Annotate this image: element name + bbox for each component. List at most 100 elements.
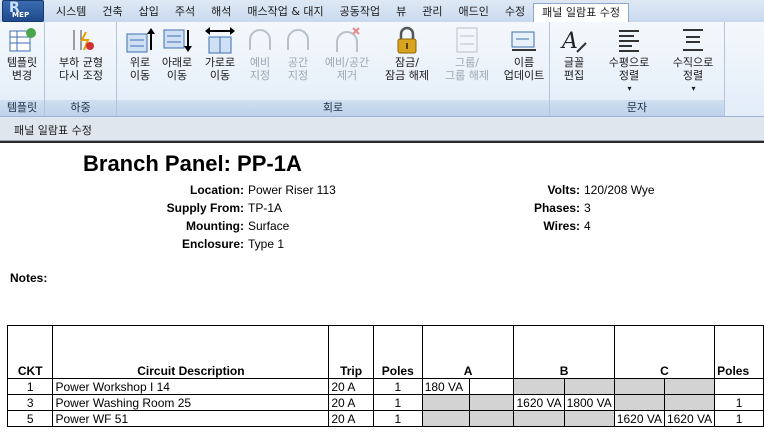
update-names-label-1: 이름 bbox=[513, 56, 535, 69]
group-ungroup-label-1: 그룹/ bbox=[455, 56, 479, 69]
rebalance-loads-button[interactable]: 부하 균형 다시 조정 bbox=[53, 26, 109, 82]
tab-view[interactable]: 뷰 bbox=[388, 3, 414, 20]
header-ckt[interactable]: CKT bbox=[6, 325, 54, 379]
cell-phase-b-2[interactable] bbox=[563, 378, 615, 395]
cell-poles-right[interactable]: 1 bbox=[714, 394, 764, 411]
assign-spare-button[interactable]: 예비 지정 bbox=[243, 26, 277, 82]
header-trip[interactable]: Trip bbox=[328, 325, 374, 379]
panel-text-label: 문자 bbox=[550, 100, 724, 116]
align-horizontal-label-2: 정렬 bbox=[618, 69, 640, 82]
cell-poles-right[interactable]: 1 bbox=[714, 410, 764, 427]
tab-massing-site[interactable]: 매스작업 & 대지 bbox=[239, 3, 331, 20]
move-across-button[interactable]: 가로로 이동 bbox=[199, 26, 241, 82]
cell-phase-b-1[interactable] bbox=[513, 378, 565, 395]
move-down-button[interactable]: 아래로 이동 bbox=[157, 26, 197, 82]
panel-circuits-label: 회로 bbox=[117, 100, 549, 116]
tab-addins[interactable]: 애드인 bbox=[451, 3, 497, 20]
align-vertical-button[interactable]: 수직으로 정렬 ▾ bbox=[662, 26, 724, 95]
group-ungroup-button[interactable]: 그룹/ 그룹 해제 bbox=[439, 26, 495, 82]
cell-phase-c-1[interactable]: 1620 VA bbox=[613, 410, 665, 427]
tab-analyze[interactable]: 해석 bbox=[203, 3, 239, 20]
update-names-button[interactable]: 이름 업데이트 bbox=[499, 26, 549, 82]
location-label: Location: bbox=[190, 183, 244, 197]
tab-annotate[interactable]: 주석 bbox=[167, 3, 203, 20]
edit-font-button[interactable]: A 글꼴 편집 bbox=[552, 26, 596, 82]
tab-collaborate[interactable]: 공동작업 bbox=[332, 3, 388, 20]
panel-circuits: 위로 이동 아래로 이동 가로로 이동 예비 지정 공간 지정 예비/공간 제거 bbox=[117, 22, 550, 116]
cell-phase-a-1[interactable] bbox=[421, 410, 471, 427]
table-row: 5 Power WF 51 20 A 1 1620 VA 1620 VA 1 bbox=[6, 410, 764, 427]
supply-from-value: TP-1A bbox=[248, 201, 283, 215]
tab-modify-panel-schedule[interactable]: 패널 일람표 수정 bbox=[533, 3, 629, 22]
update-names-label-2: 업데이트 bbox=[503, 69, 545, 82]
cell-poles[interactable]: 1 bbox=[372, 378, 423, 395]
cell-description[interactable]: Power Washing Room 25 bbox=[52, 394, 330, 411]
cell-phase-b-1[interactable]: 1620 VA bbox=[513, 394, 565, 411]
panel-template: 템플릿 변경 템플릿 bbox=[0, 22, 45, 116]
tab-modify[interactable]: 수정 bbox=[497, 3, 533, 20]
cell-poles[interactable]: 1 bbox=[372, 410, 423, 427]
cell-poles-right[interactable] bbox=[714, 378, 764, 395]
cell-description[interactable]: Power WF 51 bbox=[52, 410, 330, 427]
cell-phase-c-2[interactable] bbox=[663, 378, 716, 395]
cell-description[interactable]: Power Workshop I 14 bbox=[52, 378, 330, 395]
lock-unlock-label-2: 잠금 해제 bbox=[385, 69, 429, 82]
cell-phase-a-1[interactable]: 180 VA bbox=[421, 378, 471, 395]
header-phase-b[interactable]: B bbox=[513, 325, 615, 379]
tab-architecture[interactable]: 건축 bbox=[94, 3, 130, 20]
header-phase-c[interactable]: C bbox=[613, 325, 716, 379]
phases-label: Phases: bbox=[533, 201, 580, 215]
update-names-icon bbox=[511, 31, 536, 51]
cell-phase-c-1[interactable] bbox=[613, 394, 665, 411]
group-icon bbox=[456, 27, 478, 53]
mounting-value: Surface bbox=[248, 219, 290, 233]
cell-phase-b-1[interactable] bbox=[513, 410, 565, 427]
cell-phase-a-2[interactable] bbox=[469, 378, 515, 395]
assign-space-label-2: 지정 bbox=[287, 69, 309, 82]
rebalance-loads-label-2: 다시 조정 bbox=[59, 69, 103, 82]
header-phase-a[interactable]: A bbox=[421, 325, 515, 379]
application-menu-button[interactable]: R MEP bbox=[2, 0, 44, 22]
cell-poles[interactable]: 1 bbox=[372, 394, 423, 411]
change-template-button[interactable]: 템플릿 변경 bbox=[4, 26, 40, 82]
move-up-button[interactable]: 위로 이동 bbox=[121, 26, 159, 82]
wires-value: 4 bbox=[584, 219, 591, 233]
remove-spare-space-button[interactable]: 예비/공간 제거 bbox=[319, 26, 375, 82]
cell-ckt[interactable]: 5 bbox=[6, 410, 54, 427]
assign-spare-icon bbox=[249, 29, 271, 50]
panel-template-label: 템플릿 bbox=[0, 100, 44, 116]
menu-bar: R MEP 시스템 건축 삽입 주석 해석 매스작업 & 대지 공동작업 뷰 관… bbox=[0, 0, 764, 23]
cell-phase-a-1[interactable] bbox=[421, 394, 471, 411]
tab-systems[interactable]: 시스템 bbox=[48, 3, 94, 20]
cell-trip[interactable]: 20 A bbox=[328, 378, 374, 395]
cell-phase-c-2[interactable] bbox=[663, 394, 716, 411]
cell-phase-b-2[interactable]: 1800 VA bbox=[563, 394, 615, 411]
assign-spare-label-2: 지정 bbox=[249, 69, 271, 82]
chevron-down-icon[interactable]: ▾ bbox=[663, 82, 724, 95]
align-horizontal-button[interactable]: 수평으로 정렬 ▾ bbox=[598, 26, 660, 95]
cell-ckt[interactable]: 1 bbox=[6, 378, 54, 395]
assign-space-label-1: 공간 bbox=[287, 56, 309, 69]
tab-insert[interactable]: 삽입 bbox=[131, 3, 167, 20]
assign-space-button[interactable]: 공간 지정 bbox=[279, 26, 317, 82]
cell-phase-c-1[interactable] bbox=[613, 378, 665, 395]
chevron-down-icon[interactable]: ▾ bbox=[599, 82, 660, 95]
app-logo-text: MEP bbox=[12, 11, 30, 19]
header-poles[interactable]: Poles bbox=[372, 325, 423, 379]
cell-phase-a-2[interactable] bbox=[469, 410, 515, 427]
cell-trip[interactable]: 20 A bbox=[328, 394, 374, 411]
cell-phase-c-2[interactable]: 1620 VA bbox=[663, 410, 716, 427]
header-circuit-description[interactable]: Circuit Description bbox=[52, 325, 330, 379]
cell-trip[interactable]: 20 A bbox=[328, 410, 374, 427]
svg-text:A: A bbox=[560, 29, 578, 54]
table-row: 1 Power Workshop I 14 20 A 1 180 VA bbox=[6, 378, 764, 395]
align-horizontal-label-1: 수평으로 bbox=[608, 56, 650, 69]
tab-manage[interactable]: 관리 bbox=[414, 3, 450, 20]
cell-phase-a-2[interactable] bbox=[469, 394, 515, 411]
table-row: 3 Power Washing Room 25 20 A 1 1620 VA 1… bbox=[6, 394, 764, 411]
lock-unlock-button[interactable]: 잠금/ 잠금 해제 bbox=[377, 26, 437, 82]
panel-schedule-view[interactable]: Branch Panel: PP-1A Location: Power Rise… bbox=[0, 141, 764, 435]
cell-ckt[interactable]: 3 bbox=[6, 394, 54, 411]
cell-phase-b-2[interactable] bbox=[563, 410, 615, 427]
header-poles-right[interactable]: Poles bbox=[714, 325, 764, 379]
